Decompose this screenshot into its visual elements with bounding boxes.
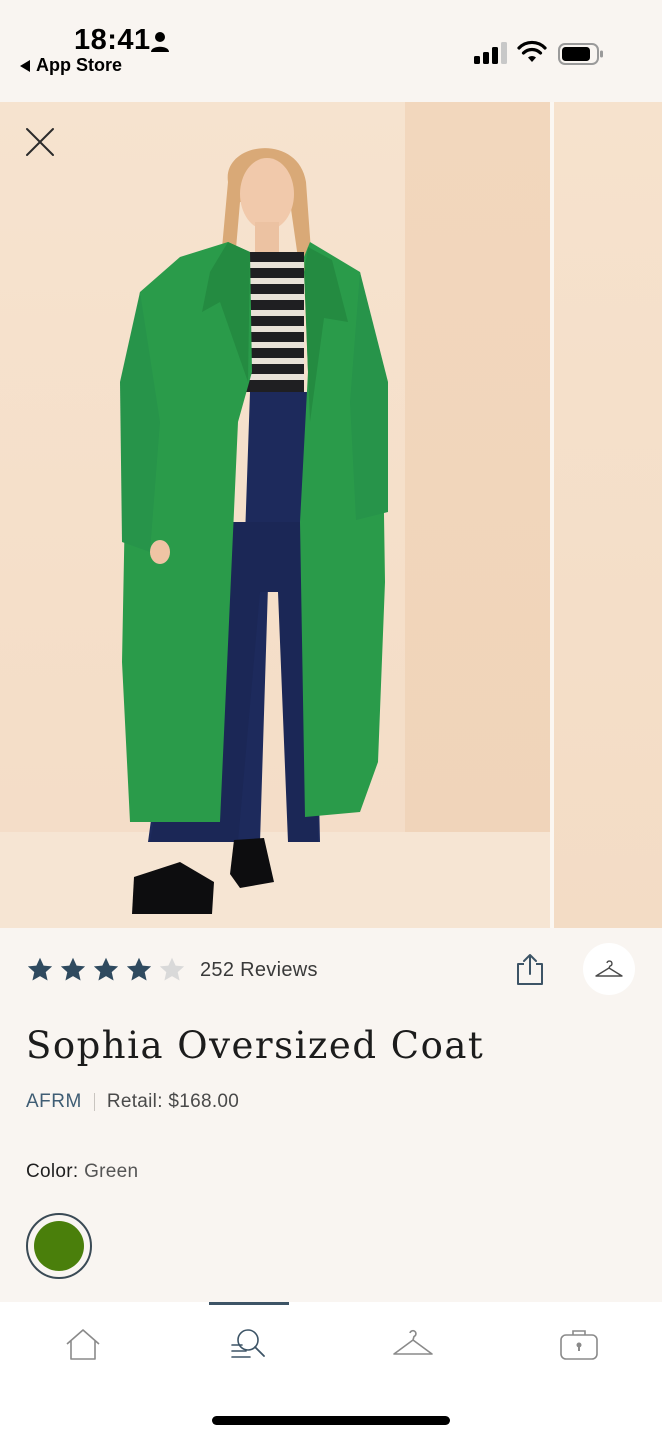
model-illustration xyxy=(120,148,388,914)
add-to-closet-button[interactable] xyxy=(583,943,635,995)
nav-bag[interactable] xyxy=(555,1324,603,1364)
star-filled-icon xyxy=(27,957,53,981)
search-list-icon xyxy=(231,1329,265,1358)
back-to-app-store-link[interactable]: App Store xyxy=(20,55,122,76)
back-triangle-icon xyxy=(20,59,30,72)
nav-closet[interactable] xyxy=(389,1324,437,1364)
color-value: Green xyxy=(84,1161,139,1182)
price-row: AFRM Retail: $168.00 xyxy=(26,1091,239,1113)
bag-icon xyxy=(560,1330,598,1360)
color-swatch-green[interactable] xyxy=(26,1213,92,1279)
swatch-fill xyxy=(34,1221,84,1271)
product-photo xyxy=(0,102,550,928)
person-icon xyxy=(151,32,169,52)
status-bar: 18:41 App Store xyxy=(0,0,662,102)
product-page: 18:41 App Store 252 Reviews Sophia Overs… xyxy=(0,0,662,1440)
status-time: 18:41 xyxy=(74,24,151,56)
star-empty-icon xyxy=(159,957,185,981)
photo-backdrop-wall xyxy=(405,102,550,928)
home-icon xyxy=(66,1329,100,1360)
next-product-photo-peek[interactable] xyxy=(554,102,662,928)
color-label: Color: xyxy=(26,1161,79,1182)
star-filled-icon xyxy=(60,957,86,981)
price-separator xyxy=(93,1093,95,1111)
star-filled-icon xyxy=(93,957,119,981)
hanger-icon xyxy=(595,960,623,977)
product-title: Sophia Oversized Coat xyxy=(26,1024,485,1067)
nav-active-indicator xyxy=(209,1302,289,1305)
back-to-app-label: App Store xyxy=(36,55,123,75)
rating-summary[interactable]: 252 Reviews xyxy=(26,950,318,990)
brand-name[interactable]: AFRM xyxy=(26,1091,82,1113)
hanger-icon xyxy=(393,1329,433,1355)
reviews-count[interactable]: 252 Reviews xyxy=(200,959,318,982)
battery-icon xyxy=(558,43,603,65)
wifi-icon xyxy=(517,40,547,62)
retail-price: Retail: $168.00 xyxy=(106,1091,240,1112)
star-filled-icon xyxy=(126,957,152,981)
nav-search[interactable] xyxy=(224,1324,272,1364)
nav-home[interactable] xyxy=(59,1324,107,1364)
cellular-signal-icon xyxy=(474,42,507,64)
close-icon[interactable] xyxy=(22,124,58,160)
star-rating xyxy=(26,956,186,984)
home-indicator xyxy=(212,1416,450,1425)
share-icon[interactable] xyxy=(510,950,550,990)
color-row: Color: Green xyxy=(26,1161,138,1183)
product-image-carousel[interactable] xyxy=(0,102,662,928)
